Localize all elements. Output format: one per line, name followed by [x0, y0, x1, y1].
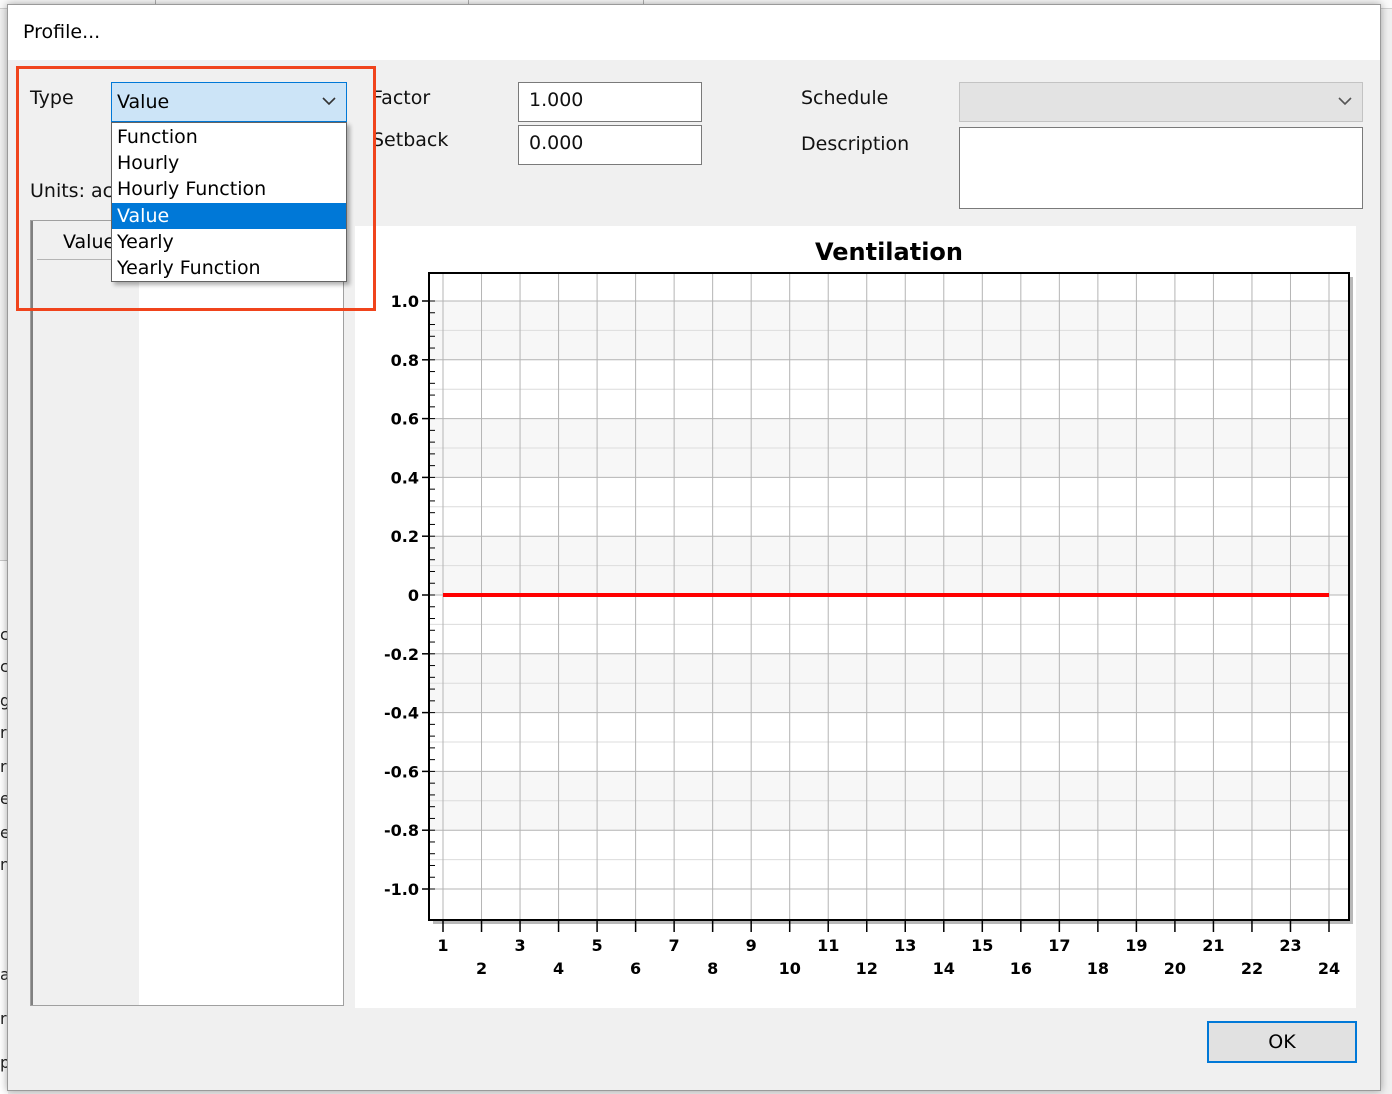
x-axis-tick-label: 4: [553, 959, 564, 978]
chart-canvas: Ventilation 1.0 0.8 0.6 0.4 0.2 0 -0.2 -0.4 -0.6 -…: [384, 238, 1353, 978]
schedule-label: Schedule: [801, 87, 889, 109]
y-axis-tick-label: 0.8: [391, 351, 419, 370]
x-axis-tick-label: 11: [817, 936, 839, 955]
chevron-down-icon: [1338, 97, 1352, 106]
x-axis-tick-label: 23: [1279, 936, 1301, 955]
grid-row-header: Value: [31, 221, 141, 1005]
x-axis-tick-label: 17: [1048, 936, 1070, 955]
setback-input[interactable]: 0.000: [518, 125, 702, 165]
ventilation-chart: Ventilation 1.0 0.8 0.6 0.4 0.2 0 -0.2 -0.4 -0.6 -…: [355, 226, 1356, 1008]
dialog-title: Profile...: [23, 21, 101, 43]
annotation-highlight-box: [16, 66, 376, 311]
schedule-select[interactable]: [959, 82, 1363, 122]
x-axis-tick-label: 6: [630, 959, 641, 978]
setback-label: Setback: [372, 129, 449, 151]
x-axis-tick-label: 16: [1010, 959, 1032, 978]
x-axis-tick-label: 15: [971, 936, 993, 955]
x-axis-tick-label: 3: [514, 936, 525, 955]
y-axis-tick-label: -0.2: [384, 645, 419, 664]
y-axis-tick-label: -0.4: [384, 704, 419, 723]
chart-title: Ventilation: [815, 238, 963, 266]
x-axis-tick-label: 8: [707, 959, 718, 978]
x-axis-tick-label: 12: [856, 959, 878, 978]
y-axis-tick-label: 0.2: [391, 527, 419, 546]
values-grid[interactable]: Value: [30, 220, 344, 1006]
x-axis-tick-label: 10: [779, 959, 801, 978]
profile-dialog: Profile... Type Units: ac Value Factor 1…: [7, 4, 1381, 1091]
x-axis-tick-label: 1: [437, 936, 448, 955]
y-axis-tick-label: -0.8: [384, 821, 419, 840]
ok-button[interactable]: OK: [1207, 1021, 1357, 1063]
x-axis-tick-label: 18: [1087, 959, 1109, 978]
y-axis-tick-label: -0.6: [384, 762, 419, 781]
x-axis-tick-label: 5: [592, 936, 603, 955]
x-axis-tick-label: 7: [669, 936, 680, 955]
factor-label: Factor: [372, 87, 431, 109]
x-axis-tick-label: 24: [1318, 959, 1340, 978]
dialog-title-bar[interactable]: Profile...: [8, 5, 1380, 60]
description-label: Description: [801, 133, 910, 155]
y-axis-tick-label: 0.6: [391, 410, 419, 429]
y-axis-tick-label: 0: [408, 586, 419, 605]
x-axis-tick-label: 22: [1241, 959, 1263, 978]
x-axis-tick-label: 21: [1202, 936, 1224, 955]
x-axis-tick-label: 20: [1164, 959, 1186, 978]
x-axis-tick-label: 9: [746, 936, 757, 955]
description-input[interactable]: [959, 127, 1363, 209]
x-axis-tick-label: 19: [1125, 936, 1147, 955]
y-axis-tick-label: 1.0: [391, 292, 419, 311]
x-axis-tick-label: 14: [933, 959, 955, 978]
y-axis-tick-label: 0.4: [391, 468, 419, 487]
y-axis-tick-label: -1.0: [384, 880, 419, 899]
x-axis-tick-label: 13: [894, 936, 916, 955]
factor-input[interactable]: 1.000: [518, 82, 702, 122]
x-axis-tick-label: 2: [476, 959, 487, 978]
